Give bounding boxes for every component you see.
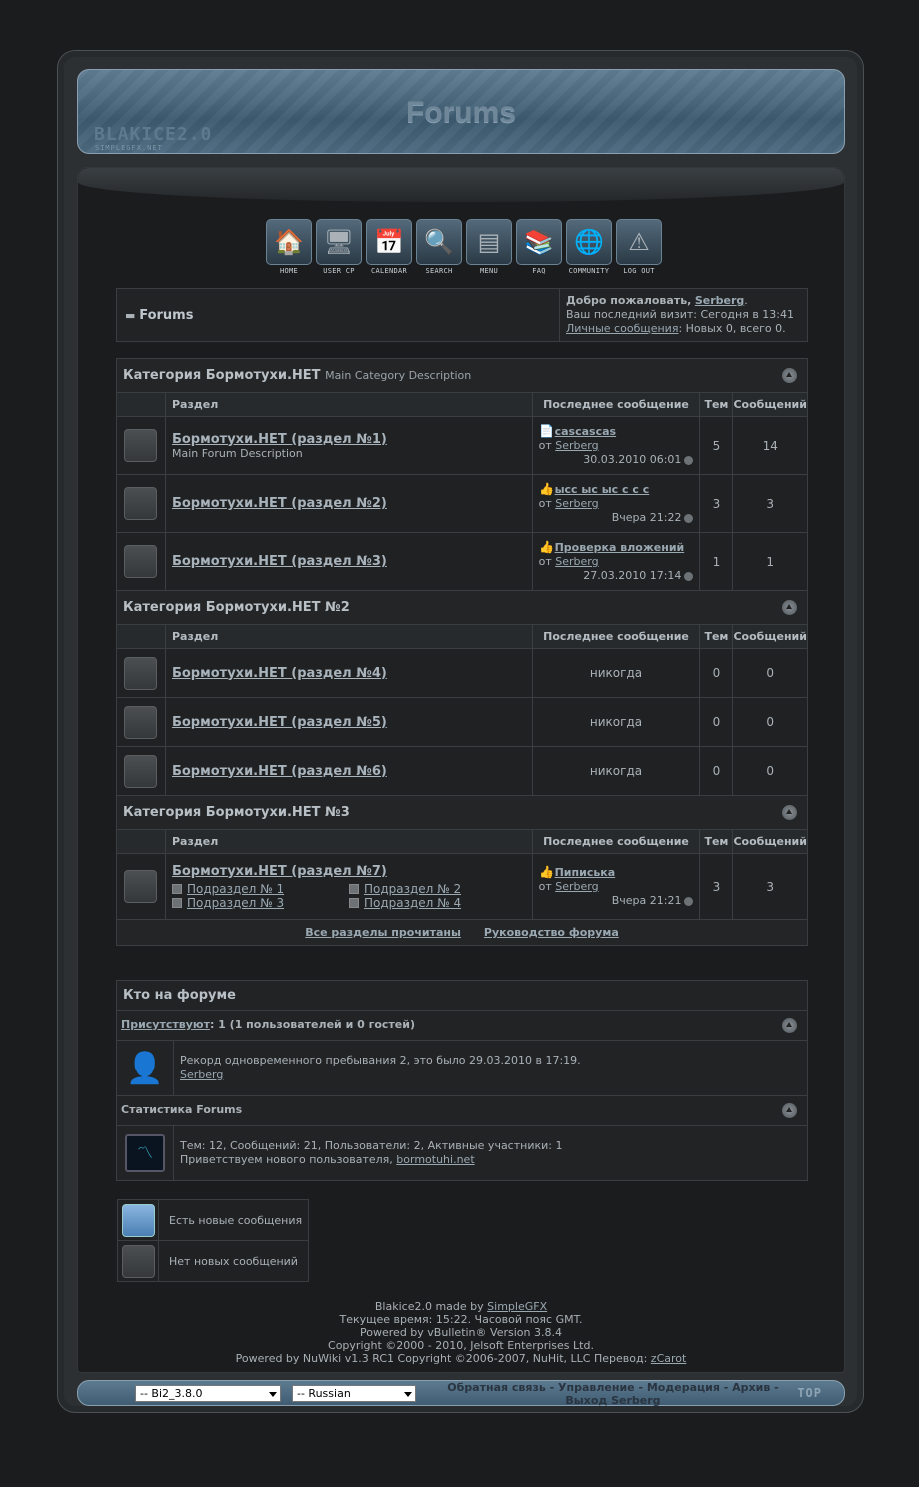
online-user-link[interactable]: Serberg bbox=[180, 1068, 223, 1081]
subforum-link[interactable]: Подраздел № 4 bbox=[364, 896, 461, 910]
welcome-bar: ▬ Forums Добро пожаловать, Serberg. Ваш … bbox=[116, 288, 808, 342]
home-icon: 🏠 bbox=[266, 219, 312, 265]
forum-row: Бормотухи.НЕТ (раздел №2) 👍ысс ыс ыс с с… bbox=[116, 474, 808, 533]
folder-icon: ▬ bbox=[125, 308, 136, 322]
chevron-down-icon bbox=[404, 1392, 412, 1397]
collapse-icon[interactable] bbox=[782, 1103, 797, 1118]
calendar-icon: 📅 bbox=[366, 219, 412, 265]
forum-link[interactable]: Бормотухи.НЕТ (раздел №4) bbox=[172, 666, 532, 681]
thumbs-up-icon: 👍 bbox=[539, 540, 555, 554]
thumbs-up-icon: 👍 bbox=[539, 482, 555, 496]
bottom-links[interactable]: Обратная связь - Управление - Модерация … bbox=[433, 1381, 793, 1407]
subforum-link[interactable]: Подраздел № 3 bbox=[187, 896, 284, 910]
nav-calendar[interactable]: 📅 CALENDAR bbox=[364, 219, 414, 275]
nav-bar: 🏠 HOME 🖥 USER CP 📅 CALENDAR 🔍 SEARCH ▤ MENU 📚… bbox=[264, 219, 664, 275]
stats-monitor-icon: 〽 bbox=[125, 1134, 165, 1172]
new-posts-icon bbox=[121, 1203, 155, 1237]
back-to-top[interactable]: TOP bbox=[797, 1386, 822, 1400]
books-icon: 📚 bbox=[516, 219, 562, 265]
collapse-icon[interactable] bbox=[782, 805, 797, 820]
nav-community[interactable]: 🌐 COMMUNITY bbox=[564, 219, 614, 275]
stats-title: Статистика Forums bbox=[121, 1103, 243, 1116]
category-header[interactable]: Категория Бормотухи.НЕТ №2 bbox=[116, 590, 808, 625]
status-legend: Есть новые сообщения Нет новых сообщений bbox=[117, 1199, 309, 1282]
style-select[interactable]: -- Bi2_3.8.0 bbox=[135, 1385, 281, 1402]
bottom-bar: -- Bi2_3.8.0 -- Russian Обратная связь -… bbox=[77, 1380, 845, 1407]
forum-row: Бормотухи.НЕТ (раздел №4) никогда 0 0 bbox=[116, 648, 808, 698]
warning-icon: ⚠ bbox=[616, 219, 662, 265]
last-visit: Ваш последний визит: Сегодня в 13:41 bbox=[566, 308, 794, 321]
forum-link[interactable]: Бормотухи.НЕТ (раздел №5) bbox=[172, 715, 532, 730]
footer: Blakice2.0 made by SimpleGFX Текущее вре… bbox=[235, 1300, 687, 1365]
whos-online: Кто на форуме Присутствуют: 1 (1 пользов… bbox=[116, 980, 808, 1181]
forum-row: Бормотухи.НЕТ (раздел №1) Main Forum Desc… bbox=[116, 416, 808, 475]
subforum-icon bbox=[171, 898, 182, 908]
site-logo[interactable]: BLAKICE2.0 bbox=[94, 124, 212, 145]
site-logo-sub: SIMPLEGFX.NET bbox=[95, 144, 163, 152]
forum-status-icon bbox=[124, 754, 158, 788]
new-user-link[interactable]: bormotuhi.net bbox=[396, 1153, 474, 1166]
thumbs-up-icon: 👍 bbox=[539, 865, 555, 879]
forum-link[interactable]: Бормотухи.НЕТ (раздел №2) bbox=[172, 496, 532, 511]
username-link[interactable]: Serberg bbox=[695, 294, 744, 307]
nav-search[interactable]: 🔍 SEARCH bbox=[414, 219, 464, 275]
nav-faq[interactable]: 📚 FAQ bbox=[514, 219, 564, 275]
goto-last-icon[interactable] bbox=[684, 571, 694, 581]
forum-row: Бормотухи.НЕТ (раздел №3) 👍Проверка влож… bbox=[116, 532, 808, 591]
goto-last-icon[interactable] bbox=[684, 455, 694, 465]
mark-read-link[interactable]: Все разделы прочитаны bbox=[305, 926, 461, 939]
category-header[interactable]: Категория Бормотухи.НЕТ №3 bbox=[116, 795, 808, 830]
language-select[interactable]: -- Russian bbox=[292, 1385, 416, 1402]
forum-row: Бормотухи.НЕТ (раздел №7) Подраздел № 1 … bbox=[116, 853, 808, 920]
collapse-icon[interactable] bbox=[782, 600, 797, 615]
subforum-list: Подраздел № 1 Подраздел № 2 Подраздел № … bbox=[171, 881, 462, 910]
category-header[interactable]: Категория Бормотухи.НЕТ Main Category De… bbox=[116, 358, 808, 393]
user-silhouette-icon: 👤 bbox=[116, 1040, 174, 1096]
present-link[interactable]: Присутствуют bbox=[121, 1018, 210, 1031]
forum-guide-link[interactable]: Руководство форума bbox=[484, 926, 619, 939]
goto-last-icon[interactable] bbox=[684, 896, 694, 906]
subforum-link[interactable]: Подраздел № 2 bbox=[364, 882, 461, 896]
site-header: Forums BLAKICE2.0 SIMPLEGFX.NET bbox=[77, 69, 845, 154]
magnifier-icon: 🔍 bbox=[416, 219, 462, 265]
forum-link[interactable]: Бормотухи.НЕТ (раздел №7) bbox=[172, 864, 532, 879]
collapse-icon[interactable] bbox=[782, 1018, 797, 1033]
whos-online-title: Кто на форуме bbox=[116, 980, 808, 1011]
goto-last-icon[interactable] bbox=[684, 513, 694, 523]
no-new-posts-icon bbox=[121, 1244, 155, 1278]
breadcrumb[interactable]: Forums bbox=[139, 308, 193, 323]
simplegfx-link[interactable]: SimpleGFX bbox=[487, 1300, 547, 1313]
zcarot-link[interactable]: zCarot bbox=[651, 1352, 687, 1365]
forum-status-icon bbox=[124, 870, 158, 903]
forum-status-icon bbox=[124, 705, 158, 739]
forum-link[interactable]: Бормотухи.НЕТ (раздел №3) bbox=[172, 554, 532, 569]
forum-status-icon bbox=[124, 656, 158, 690]
forum-link[interactable]: Бормотухи.НЕТ (раздел №1) bbox=[172, 432, 532, 447]
nav-menu[interactable]: ▤ MENU bbox=[464, 219, 514, 275]
forum-status-icon bbox=[124, 429, 158, 462]
nav-user-cp[interactable]: 🖥 USER CP bbox=[314, 219, 364, 275]
subforum-icon bbox=[348, 898, 359, 908]
subforum-link[interactable]: Подраздел № 1 bbox=[187, 882, 284, 896]
nav-logout[interactable]: ⚠ LOG OUT bbox=[614, 219, 664, 275]
monitor-icon: 🖥 bbox=[316, 219, 362, 265]
document-icon: 📄 bbox=[539, 424, 555, 438]
nav-home[interactable]: 🏠 HOME bbox=[264, 219, 314, 275]
forum-status-icon bbox=[124, 487, 158, 520]
subforum-icon bbox=[348, 884, 359, 894]
forum-list: Категория Бормотухи.НЕТ Main Category De… bbox=[116, 358, 808, 946]
globe-icon: 🌐 bbox=[566, 219, 612, 265]
forum-status-icon bbox=[124, 545, 158, 578]
collapse-icon[interactable] bbox=[782, 368, 797, 383]
menu-icon: ▤ bbox=[466, 219, 512, 265]
forum-row: Бормотухи.НЕТ (раздел №6) никогда 0 0 bbox=[116, 746, 808, 796]
forum-link[interactable]: Бормотухи.НЕТ (раздел №6) bbox=[172, 764, 532, 779]
forum-row: Бормотухи.НЕТ (раздел №5) никогда 0 0 bbox=[116, 697, 808, 747]
chevron-down-icon bbox=[269, 1392, 277, 1397]
subforum-icon bbox=[171, 884, 182, 894]
pm-link[interactable]: Личные сообщения bbox=[566, 322, 678, 335]
